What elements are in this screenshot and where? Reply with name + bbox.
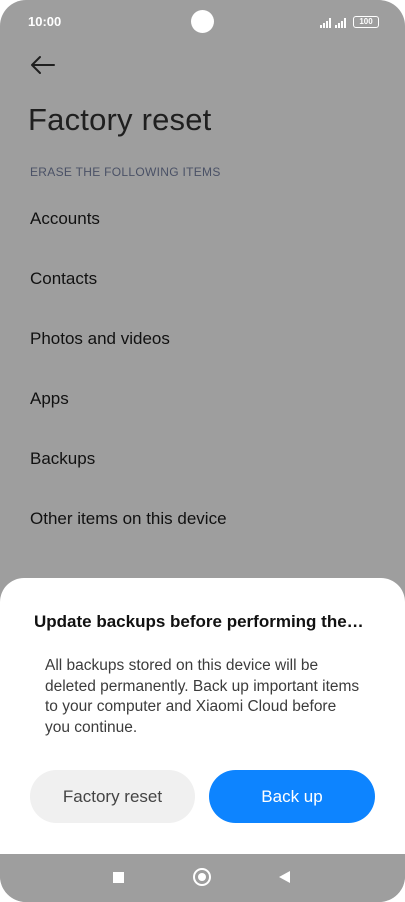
battery-icon: 100 <box>353 16 379 28</box>
dialog-title: Update backups before performing the… <box>34 612 364 631</box>
backup-dialog: Update backups before performing the… Al… <box>0 578 405 854</box>
list-item-apps: Apps <box>30 389 69 408</box>
navigation-bar <box>0 854 405 902</box>
signal-icon-secondary <box>335 18 346 28</box>
status-bar: 10:00 100 <box>0 0 405 44</box>
list-item-contacts: Contacts <box>30 269 98 288</box>
arrow-left-icon[interactable] <box>28 52 58 78</box>
dialog-message: All backups stored on this device will b… <box>45 657 360 736</box>
camera-cutout <box>191 10 214 33</box>
section-label: ERASE THE FOLLOWING ITEMS <box>30 165 221 179</box>
circle-icon[interactable] <box>193 868 211 886</box>
status-icons: 100 <box>320 14 379 28</box>
list-item-backups: Backups <box>30 449 96 468</box>
status-time: 10:00 <box>28 14 62 29</box>
list-item-other-items: Other items on this device <box>30 509 227 528</box>
page-title: Factory reset <box>28 102 212 137</box>
list-item-accounts: Accounts <box>30 209 100 228</box>
triangle-back-icon[interactable] <box>279 871 290 883</box>
back-up-button[interactable]: Back up <box>209 770 375 823</box>
phone-screen: 10:00 100 Factory reset ERASE THE FOLLOW… <box>0 0 405 902</box>
list-item-photos-videos: Photos and videos <box>30 329 170 348</box>
square-icon[interactable] <box>113 872 124 883</box>
factory-reset-button[interactable]: Factory reset <box>30 770 195 823</box>
signal-icon <box>320 18 331 28</box>
